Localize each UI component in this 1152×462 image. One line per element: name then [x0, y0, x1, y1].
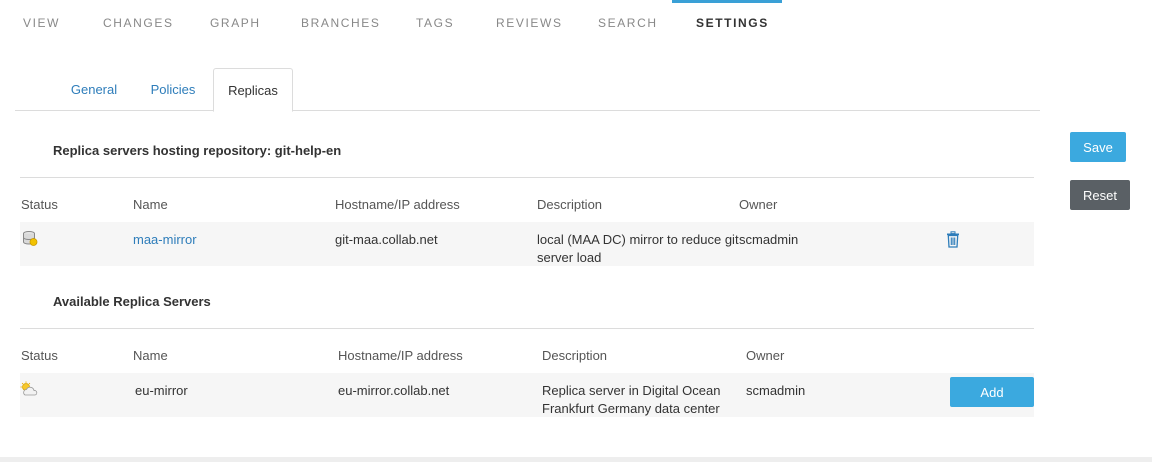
- replica-hostname: eu-mirror.collab.net: [338, 383, 450, 398]
- replica-name-link[interactable]: maa-mirror: [133, 231, 197, 249]
- partly-cloudy-icon: [20, 381, 38, 402]
- replica-owner: scmadmin: [739, 232, 799, 247]
- header-name: Name: [133, 197, 168, 212]
- hosting-section-title: Replica servers hosting repository: git-…: [53, 143, 342, 158]
- replica-owner: scmadmin: [746, 383, 806, 398]
- replica-name: eu-mirror: [135, 383, 188, 398]
- save-button[interactable]: Save: [1070, 132, 1126, 162]
- tab-graph[interactable]: GRAPH: [210, 0, 261, 44]
- available-section-title: Available Replica Servers: [53, 294, 211, 309]
- header-status: Status: [21, 348, 58, 363]
- header-hostname: Hostname/IP address: [338, 348, 463, 363]
- settings-subtabs: General Policies Replicas: [15, 68, 1040, 112]
- replica-description-line2: server load: [537, 250, 602, 265]
- tab-tags[interactable]: TAGS: [416, 0, 454, 44]
- divider: [20, 328, 1034, 329]
- tab-changes[interactable]: CHANGES: [103, 0, 174, 44]
- divider: [20, 177, 1034, 178]
- database-icon: [22, 230, 38, 251]
- tab-search[interactable]: SEARCH: [598, 0, 658, 44]
- replica-hostname: git-maa.collab.net: [335, 232, 438, 247]
- header-owner: Owner: [746, 348, 785, 363]
- replica-description-line1: Replica server in Digital Ocean: [542, 383, 721, 398]
- replica-description-line2: Frankfurt Germany data center: [542, 401, 720, 416]
- bottom-border: [0, 457, 1152, 462]
- header-status: Status: [21, 197, 58, 212]
- header-owner: Owner: [739, 197, 778, 212]
- header-name: Name: [133, 348, 168, 363]
- trash-icon[interactable]: [945, 231, 961, 253]
- subtab-policies[interactable]: Policies: [143, 68, 203, 111]
- tab-branches[interactable]: BRANCHES: [301, 0, 380, 44]
- header-description: Description: [537, 197, 603, 212]
- header-hostname: Hostname/IP address: [335, 197, 460, 212]
- reset-button[interactable]: Reset: [1070, 180, 1130, 210]
- top-nav: VIEW CHANGES GRAPH BRANCHES TAGS REVIEWS…: [0, 0, 1152, 44]
- subtab-general[interactable]: General: [63, 68, 125, 111]
- subtab-replicas[interactable]: Replicas: [213, 68, 293, 112]
- header-description: Description: [542, 348, 608, 363]
- add-replica-button[interactable]: Add: [950, 377, 1034, 407]
- replica-description-line1: local (MAA DC) mirror to reduce git: [537, 232, 739, 247]
- tab-reviews[interactable]: REVIEWS: [496, 0, 563, 44]
- tab-settings[interactable]: SETTINGS: [696, 0, 769, 44]
- tab-view[interactable]: VIEW: [23, 0, 60, 44]
